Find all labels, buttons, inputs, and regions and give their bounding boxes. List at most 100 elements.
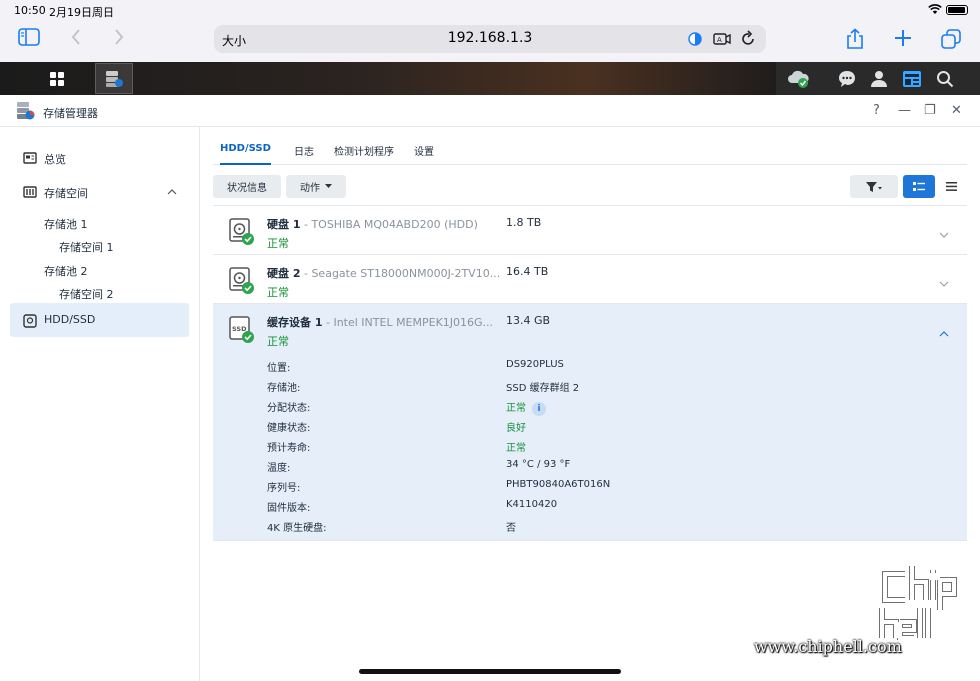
disk-status: 正常 bbox=[267, 286, 289, 299]
storage-manager-app-icon bbox=[15, 101, 35, 125]
new-tab-icon[interactable] bbox=[893, 28, 913, 52]
chiphell-watermark: www.chiphell.com bbox=[750, 560, 975, 675]
list-icon bbox=[945, 182, 957, 191]
watermark-url: www.chiphell.com bbox=[754, 637, 902, 656]
detail-value: 良好 bbox=[506, 423, 526, 434]
battery-icon bbox=[946, 5, 968, 15]
storage-icon bbox=[23, 186, 37, 201]
detail-label: 位置: bbox=[267, 363, 291, 374]
health-info-button-label: 状况信息 bbox=[227, 183, 267, 194]
tab-hdd-ssd[interactable]: HDD/SSD bbox=[220, 143, 271, 165]
detail-label: 4K 原生硬盘: bbox=[267, 523, 327, 534]
disk-model: - Seagate ST18000NM000J-2TV10... bbox=[300, 267, 501, 280]
disk-row[interactable]: 硬盘 2 - Seagate ST18000NM000J-2TV10... 正常… bbox=[213, 255, 967, 304]
help-button[interactable]: ? bbox=[873, 103, 880, 118]
caret-down-icon bbox=[325, 184, 332, 188]
sidebar-subitem-volume-2[interactable]: 存储空间 2 bbox=[59, 286, 114, 302]
detail-value: SSD 缓存群组 2 bbox=[506, 383, 580, 394]
disk-size: 13.4 GB bbox=[506, 314, 551, 327]
taskbar-right-area bbox=[776, 62, 980, 95]
health-info-button[interactable]: 状况信息 bbox=[213, 175, 281, 198]
disk-name-line: 硬盘 1 - TOSHIBA MQ04ABD200 (HDD) bbox=[267, 216, 478, 232]
sidebar-subitem-pool-1[interactable]: 存储池 1 bbox=[44, 216, 88, 232]
detail-label: 预计寿命: bbox=[267, 443, 311, 454]
sidebar-item-storage[interactable]: 存储空间 bbox=[10, 175, 189, 209]
chevron-up-icon[interactable] bbox=[939, 322, 949, 341]
disk-name-line: 缓存设备 1 - Intel INTEL MEMPEK1J016G... bbox=[267, 314, 493, 330]
storage-manager-taskbar-icon[interactable] bbox=[95, 63, 133, 94]
disk-status: 正常 bbox=[267, 335, 289, 348]
svg-text:A: A bbox=[717, 36, 722, 44]
sidebar-subitem-volume-1[interactable]: 存储空间 1 bbox=[59, 239, 114, 255]
detail-label: 固件版本: bbox=[267, 503, 311, 514]
restore-button[interactable]: ❐ bbox=[924, 103, 936, 118]
tabs-overview-icon[interactable] bbox=[940, 28, 962, 54]
disk-size: 1.8 TB bbox=[506, 216, 542, 229]
url-text[interactable]: 192.168.1.3 bbox=[214, 30, 766, 46]
window-titlebar: 存储管理器 ? — ❐ ✕ bbox=[0, 95, 980, 127]
date: 2月19日周日 bbox=[49, 6, 114, 19]
detail-value: 正常 bbox=[506, 403, 526, 414]
disk-name-line: 硬盘 2 - Seagate ST18000NM000J-2TV10... bbox=[267, 265, 500, 281]
detail-value: K4110420 bbox=[506, 499, 558, 510]
clock: 10:50 bbox=[14, 4, 46, 17]
disk-model: - TOSHIBA MQ04ABD200 (HDD) bbox=[300, 218, 478, 231]
sidebar-item-overview[interactable]: 总览 bbox=[10, 141, 189, 175]
search-icon[interactable] bbox=[926, 63, 964, 94]
sidebar-item-label: HDD/SSD bbox=[44, 313, 96, 326]
cache-device-row[interactable]: SSD 缓存设备 1 - Intel INTEL MEMPEK1J016G...… bbox=[213, 304, 967, 541]
sidebar-item-label: 总览 bbox=[44, 153, 66, 166]
cloud-sync-icon[interactable] bbox=[780, 63, 818, 94]
sidebar-subitem-pool-2[interactable]: 存储池 2 bbox=[44, 263, 88, 279]
filter-button[interactable] bbox=[850, 175, 898, 198]
ipad-status-bar: 10:50 2月19日周日 bbox=[0, 0, 980, 20]
chevron-down-icon[interactable] bbox=[939, 224, 949, 243]
wifi-icon bbox=[928, 3, 942, 18]
chevron-down-icon[interactable] bbox=[939, 273, 949, 292]
forward-icon[interactable] bbox=[113, 28, 125, 50]
detail-value: 34 °C / 93 °F bbox=[506, 459, 571, 470]
detail-view-button[interactable] bbox=[903, 175, 935, 198]
svg-text:SSD: SSD bbox=[232, 325, 247, 333]
detail-value: PHBT90840A6T016N bbox=[506, 479, 611, 490]
hdd-status-icon bbox=[228, 218, 256, 250]
disk-row[interactable]: 硬盘 1 - TOSHIBA MQ04ABD200 (HDD) 正常 1.8 T… bbox=[213, 205, 967, 255]
disk-status: 正常 bbox=[267, 237, 289, 250]
dsm-taskbar bbox=[0, 62, 980, 95]
sidebar: 总览 存储空间 存储池 1 存储空间 1 存储池 2 存储空间 2 HDD/SS… bbox=[0, 127, 200, 681]
close-button[interactable]: ✕ bbox=[951, 103, 962, 118]
home-indicator[interactable] bbox=[359, 669, 621, 674]
minimize-button[interactable]: — bbox=[898, 103, 911, 118]
sidebar-item-hdd-ssd[interactable]: HDD/SSD bbox=[10, 303, 189, 337]
detail-value: DS920PLUS bbox=[506, 359, 564, 370]
chevron-up-icon[interactable] bbox=[167, 186, 177, 199]
sidebar-item-label: 存储空间 bbox=[44, 187, 88, 200]
detail-label: 温度: bbox=[267, 463, 291, 474]
share-icon[interactable] bbox=[845, 28, 865, 54]
action-dropdown-button[interactable]: 动作 bbox=[286, 175, 346, 198]
sidebar-toggle-icon[interactable] bbox=[18, 28, 40, 50]
extension-icon[interactable]: A bbox=[712, 30, 732, 52]
detail-label: 存储池: bbox=[267, 383, 301, 394]
detail-label: 健康状态: bbox=[267, 423, 311, 434]
dark-reader-icon[interactable] bbox=[686, 30, 704, 52]
address-bar[interactable]: 大小 192.168.1.3 A bbox=[214, 25, 766, 53]
window-title: 存储管理器 bbox=[43, 107, 98, 120]
list-view-button[interactable] bbox=[936, 175, 966, 198]
tab-test-scheduler[interactable]: 检测计划程序 bbox=[334, 143, 394, 158]
reload-icon[interactable] bbox=[740, 30, 756, 52]
disk-model: - Intel INTEL MEMPEK1J016G... bbox=[322, 316, 494, 329]
info-icon[interactable]: i bbox=[532, 402, 546, 416]
back-icon[interactable] bbox=[70, 28, 82, 50]
ssd-status-icon: SSD bbox=[228, 316, 256, 348]
disk-name: 硬盘 2 bbox=[267, 267, 301, 280]
hdd-status-icon bbox=[228, 267, 256, 299]
main-menu-icon[interactable] bbox=[38, 63, 76, 94]
hdd-icon bbox=[23, 314, 37, 331]
tab-settings[interactable]: 设置 bbox=[414, 143, 434, 158]
overview-icon bbox=[23, 152, 37, 167]
safari-toolbar: 大小 192.168.1.3 A bbox=[0, 20, 980, 62]
detail-label: 分配状态: bbox=[267, 403, 311, 414]
tab-logs[interactable]: 日志 bbox=[294, 143, 314, 158]
detail-value-with-info: 正常 i bbox=[506, 399, 546, 416]
